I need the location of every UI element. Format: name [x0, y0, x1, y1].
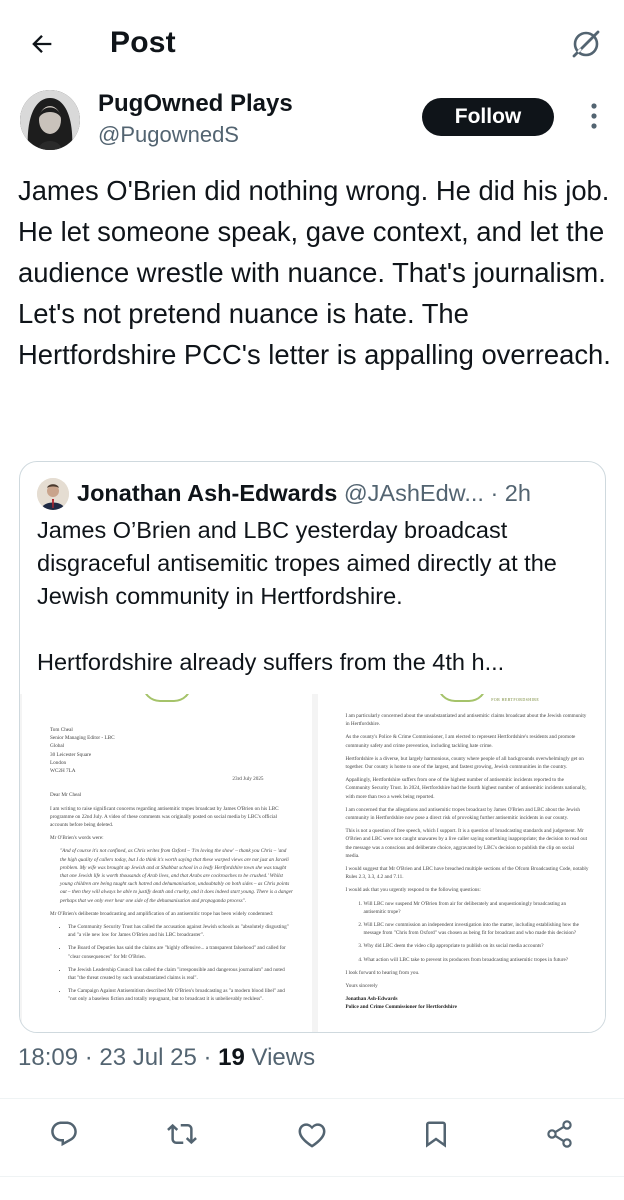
author-name[interactable]: PugOwned Plays: [98, 90, 293, 118]
quoted-time: · 2h: [490, 480, 531, 506]
heart-icon: [298, 1123, 326, 1148]
letter-paragraph: I am particularly concerned about the un…: [345, 713, 587, 728]
arrow-left-icon: [32, 35, 52, 53]
signature-name: Jonathan Ash-Edwards: [346, 995, 590, 1003]
bookmark-icon: [426, 1121, 446, 1148]
action-bar: [0, 1108, 624, 1160]
letter-questions: Will LBC now suspend Mr O'Brien from air…: [346, 900, 590, 964]
letter-paragraph: Mr O'Brien's deliberate broadcasting and…: [50, 910, 274, 917]
author-handle[interactable]: @PugownedS: [98, 122, 239, 148]
address-line: Senior Managing Editor - LBC: [50, 735, 115, 742]
letter-question: Why did LBC deem the video clip appropri…: [364, 942, 590, 950]
letter-quote: "And of course it's not confined, as Chr…: [60, 848, 293, 904]
address-line: London: [50, 759, 67, 766]
signature-title-text: Police and Crime Commissioner for Hertfo…: [345, 1004, 457, 1011]
author-avatar[interactable]: [20, 90, 80, 150]
letter-paragraph: I am concerned that the allegations and …: [345, 806, 580, 822]
quoted-author-handle: @JAshEdw...: [343, 480, 484, 506]
page-title: Post: [110, 26, 176, 59]
signature-title: Police and Crime Commissioner for Hertfo…: [346, 1003, 590, 1011]
quoted-author-avatar: [37, 478, 69, 510]
letter-closing: Yours sincerely: [345, 983, 378, 990]
post-text: James O'Brien did nothing wrong. He did …: [18, 175, 611, 370]
logo-text: FOR HERTFORDSHIRE: [491, 697, 540, 702]
quoted-header: Jonathan Ash-Edwards @JAshEdw... · 2h: [77, 480, 597, 507]
more-vertical-icon: [591, 103, 597, 129]
quoted-author-name: Jonathan Ash-Edwards: [77, 480, 338, 506]
letter-date: 23rd July 2025: [232, 776, 264, 783]
quoted-text: James O’Brien and LBC yesterday broadcas…: [37, 514, 597, 679]
post-timestamp[interactable]: 18:09 · 23 Jul 25 ·: [18, 1044, 218, 1071]
top-bar: Post: [0, 0, 624, 88]
divider: [0, 1098, 624, 1099]
address-line: WC2H 7LA: [50, 768, 76, 775]
letter-closing: I look forward to hearing from you.: [345, 969, 420, 976]
pcc-logo: [437, 694, 488, 702]
views-count: 19: [218, 1044, 245, 1071]
divider: [0, 1176, 624, 1177]
bookmark-button[interactable]: [410, 1108, 462, 1160]
letter-question: Will LBC now suspend Mr O'Brien from air…: [364, 900, 590, 916]
recipient-address: Tom Cheal Senior Managing Editor - LBC G…: [50, 726, 294, 775]
quoted-text-p2: Hertfordshire already suffers from the 4…: [37, 649, 505, 675]
letter-question: What action will LBC take to prevent its…: [364, 956, 590, 964]
letter-images[interactable]: Tom Cheal Senior Managing Editor - LBC G…: [20, 694, 605, 1032]
letter-bullets: The Community Security Trust has called …: [50, 923, 294, 1004]
letter-paragraph: This is not a question of free speech, w…: [345, 828, 588, 859]
follow-button[interactable]: Follow: [422, 98, 554, 136]
address-line: Tom Cheal: [50, 727, 73, 733]
letter-paragraph: I would ask that you urgently respond to…: [345, 887, 481, 894]
letter-bullet: The Campaign Against Antisemitism descri…: [68, 987, 294, 1003]
reply-button[interactable]: [38, 1108, 90, 1160]
address-line: 30 Leicester Square: [50, 751, 92, 758]
letter-bullet: The Board of Deputies has said the claim…: [68, 944, 294, 960]
grok-button[interactable]: [566, 24, 606, 64]
letter-page-2[interactable]: FOR HERTFORDSHIRE I am particularly conc…: [317, 694, 605, 1032]
quoted-text-p1: James O’Brien and LBC yesterday broadcas…: [37, 517, 557, 609]
letter-paragraph: As the county's Police & Crime Commissio…: [345, 734, 576, 749]
back-button[interactable]: [20, 22, 64, 66]
views-label: Views: [244, 1044, 316, 1071]
share-button[interactable]: [534, 1108, 586, 1160]
grok-icon: [572, 30, 600, 58]
pcc-logo: [141, 694, 192, 702]
quoted-post[interactable]: Jonathan Ash-Edwards @JAshEdw... · 2h Ja…: [19, 461, 606, 1033]
more-button[interactable]: [576, 96, 612, 136]
repost-button[interactable]: [156, 1108, 208, 1160]
letter-paragraph: I would suggest that Mr O'Brien and LBC …: [345, 866, 589, 881]
letter-bullet: The Jewish Leadership Council has called…: [68, 966, 294, 982]
letter-paragraph: Hertfordshire is a diverse, but largely …: [345, 755, 584, 771]
letter-bullet: The Community Security Trust has called …: [68, 923, 294, 939]
signature-name-text: Jonathan Ash-Edwards: [345, 996, 398, 1003]
letter-page-1[interactable]: Tom Cheal Senior Managing Editor - LBC G…: [22, 694, 312, 1032]
like-button[interactable]: [286, 1108, 338, 1160]
letter-salutation: Dear Mr Cheal: [50, 792, 82, 799]
letter-paragraph: Appallingly, Hertfordshire suffers from …: [345, 777, 587, 800]
reply-icon: [51, 1121, 77, 1147]
letter-paragraph: I am writing to raise significant concer…: [50, 805, 279, 829]
repost-icon: [167, 1123, 197, 1145]
letter-paragraph: Mr O'Brien's words were:: [50, 835, 104, 842]
share-icon: [547, 1120, 572, 1148]
address-line: Global: [50, 743, 65, 750]
letter-question: Will LBC now commission an independent i…: [364, 921, 590, 937]
post-meta: 18:09 · 23 Jul 25 · 19 Views: [18, 1044, 315, 1072]
